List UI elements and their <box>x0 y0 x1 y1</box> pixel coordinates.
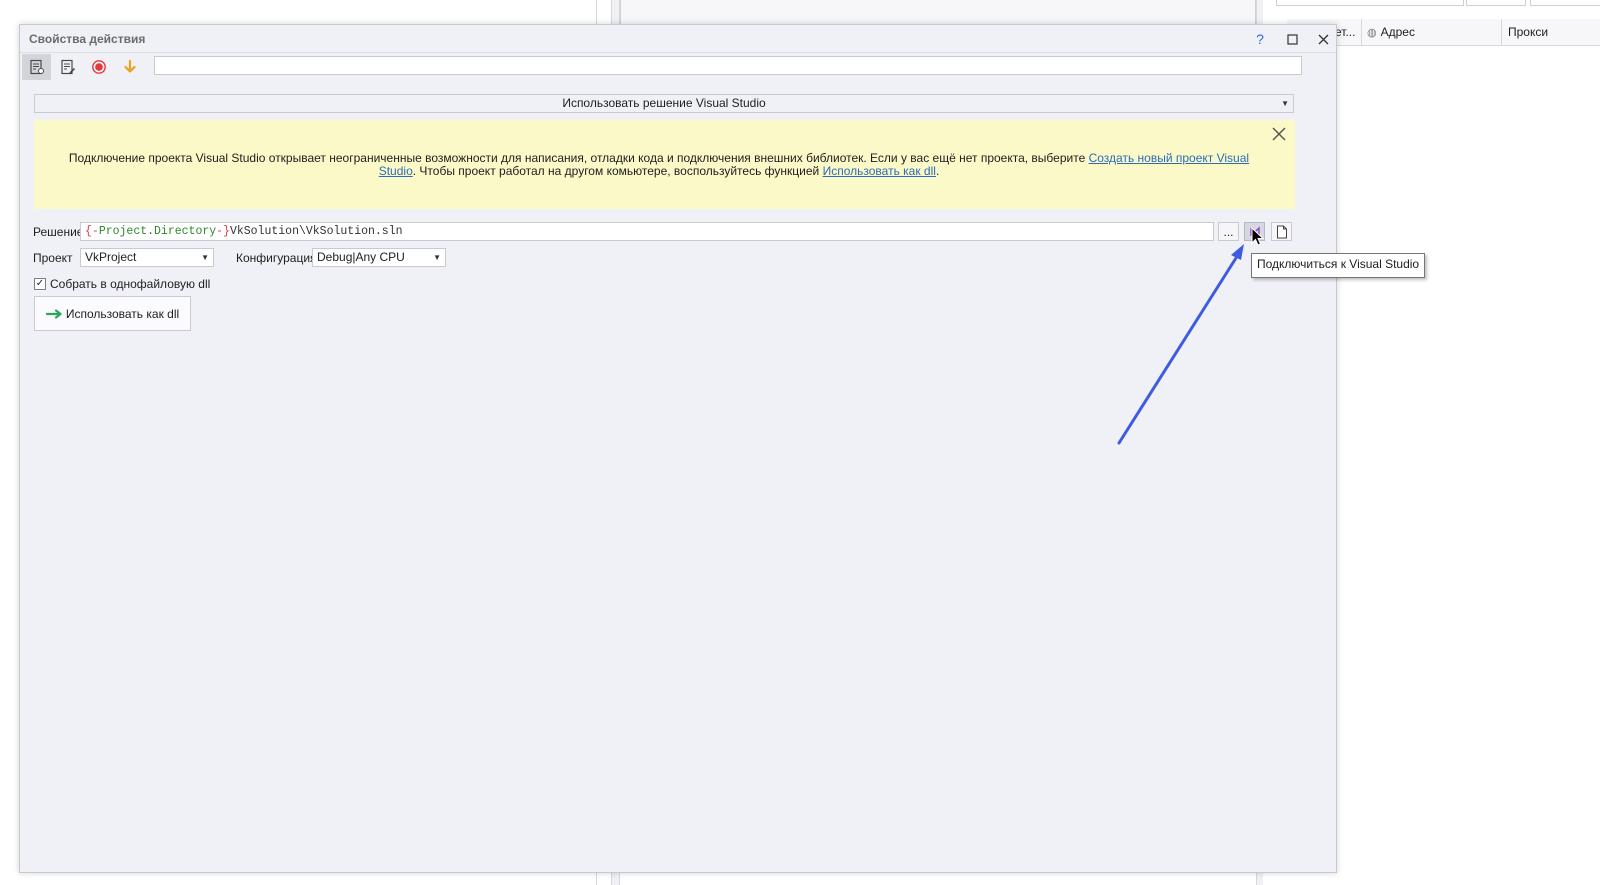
path-brace-open: {- <box>85 225 99 238</box>
close-button[interactable] <box>1313 29 1333 49</box>
project-select[interactable]: VkProject ▼ <box>80 248 214 267</box>
edit-document-icon <box>60 59 75 75</box>
record-icon <box>91 60 106 74</box>
arrow-down-icon <box>123 59 136 73</box>
info-banner: Подключение проекта Visual Studio открыв… <box>34 120 1295 209</box>
close-icon <box>1318 34 1328 44</box>
browse-button[interactable]: ... <box>1218 222 1239 241</box>
solution-label: Решение <box>33 225 84 239</box>
column-proxy-label: Прокси <box>1508 25 1549 39</box>
use-as-dll-label: Использовать как dll <box>65 306 180 321</box>
help-button[interactable]: ? <box>1250 29 1270 49</box>
dialog-titlebar[interactable]: Свойства действия ? <box>20 25 1336 53</box>
banner-text-after: . <box>935 164 940 178</box>
record-tool-button[interactable] <box>84 54 113 80</box>
edit-tool-button[interactable] <box>53 54 82 80</box>
globe-icon: ◍ <box>1367 26 1377 39</box>
background-input[interactable] <box>1466 0 1526 6</box>
connect-visual-studio-tooltip: Подключиться к Visual Studio <box>1251 253 1426 278</box>
close-icon <box>1272 127 1286 141</box>
dialog-title: Свойства действия <box>29 32 146 46</box>
maximize-button[interactable] <box>1282 29 1302 49</box>
single-file-dll-option[interactable]: ✓ Собрать в однофайловую dll <box>34 277 210 291</box>
path-var-project: Project <box>98 225 148 238</box>
single-file-dll-label: Собрать в однофайловую dll <box>50 277 211 291</box>
configuration-select[interactable]: Debug|Any CPU ▼ <box>312 248 446 267</box>
properties-tool-button[interactable] <box>22 54 51 80</box>
new-file-button[interactable] <box>1271 222 1292 241</box>
project-label: Проект <box>33 251 73 265</box>
column-separator[interactable] <box>1361 19 1362 45</box>
path-brace-close: -} <box>216 225 230 238</box>
mode-select[interactable]: Использовать решение Visual Studio ▼ <box>34 94 1294 113</box>
project-select-value: VkProject <box>85 250 137 264</box>
banner-text-before: Подключение проекта Visual Studio открыв… <box>68 151 1089 165</box>
column-address[interactable]: ◍ Адрес <box>1367 19 1415 45</box>
browse-label: ... <box>1223 224 1234 239</box>
path-rest: VkSolution\VkSolution.sln <box>229 225 403 238</box>
new-file-icon <box>1276 225 1287 238</box>
configuration-label: Конфигурация <box>236 251 317 265</box>
mouse-cursor-icon <box>1251 227 1265 246</box>
path-var-directory: Directory <box>154 225 217 238</box>
banner-text: Подключение проекта Visual Studio открыв… <box>54 152 1264 178</box>
maximize-icon <box>1286 33 1298 45</box>
chevron-down-icon: ▼ <box>1281 99 1289 108</box>
banner-close-button[interactable] <box>1270 125 1288 143</box>
column-separator[interactable] <box>1501 19 1502 45</box>
mode-select-value: Использовать решение Visual Studio <box>562 96 766 110</box>
help-label: ? <box>1256 31 1264 47</box>
banner-text-middle: . Чтобы проект работал на другом комьюте… <box>412 164 823 178</box>
chevron-down-icon: ▼ <box>201 253 209 262</box>
path-dot: . <box>147 225 155 238</box>
single-file-dll-checkbox[interactable]: ✓ <box>34 278 46 290</box>
column-address-label: Адрес <box>1380 25 1415 39</box>
chevron-down-icon: ▼ <box>433 253 441 262</box>
background-input[interactable] <box>1530 0 1600 6</box>
check-mark-icon: ✓ <box>35 278 45 289</box>
use-as-dll-button[interactable]: Использовать как dll <box>34 296 191 331</box>
background-input[interactable] <box>1276 0 1464 6</box>
column-proxy[interactable]: Прокси <box>1508 19 1548 45</box>
use-as-dll-link[interactable]: Использовать как dll <box>823 164 936 178</box>
download-tool-button[interactable] <box>115 54 144 80</box>
solution-path-input[interactable]: {-Project.Directory-}VkSolution\VkSoluti… <box>80 222 1214 241</box>
background-panel <box>620 0 1256 26</box>
dialog-toolbar <box>20 53 1336 83</box>
toolbar-search-input[interactable] <box>154 56 1302 75</box>
action-properties-dialog: Свойства действия ? Использовать решение… <box>19 24 1337 873</box>
arrow-right-icon <box>45 308 62 319</box>
properties-icon <box>29 59 44 75</box>
configuration-select-value: Debug|Any CPU <box>317 250 405 264</box>
